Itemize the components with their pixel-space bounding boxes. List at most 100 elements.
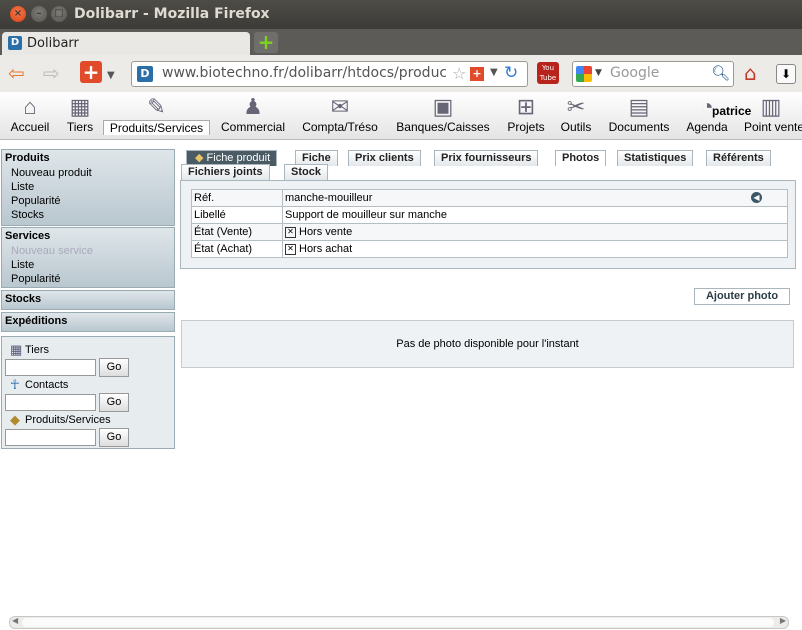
tab-statistiques[interactable]: Statistiques xyxy=(617,150,694,166)
bank-icon: ▣ xyxy=(432,94,454,119)
chevron-down-icon[interactable]: ▼ xyxy=(595,68,602,78)
browser-navbar: ⇦ ⇨ + ▼ D www.biotechno.fr/dolibarr/htdo… xyxy=(0,55,802,93)
menu-item-tiers[interactable]: ▦ Tiers xyxy=(60,92,100,139)
etat-achat-value: Hors achat xyxy=(299,243,353,255)
status-off-icon: ✕ xyxy=(285,226,296,238)
search-input[interactable]: Google xyxy=(610,65,659,81)
tab-prix-fournisseurs[interactable]: Prix fournisseurs xyxy=(434,150,539,166)
search-contacts-go-button[interactable]: Go xyxy=(99,393,129,412)
search-icon[interactable]: 🔍︎ xyxy=(711,64,730,82)
table-row: État (Achat) ✕ Hors achat xyxy=(191,240,788,258)
url-bar[interactable]: D www.biotechno.fr/dolibarr/htdocs/produ… xyxy=(131,61,528,87)
menu-item-documents[interactable]: ▤ Documents xyxy=(604,92,674,139)
sidebar-block-services: Services Nouveau service Liste Popularit… xyxy=(1,227,175,288)
no-photo-message: Pas de photo disponible pour l'instant xyxy=(181,320,794,368)
chevron-down-icon[interactable]: ▼ xyxy=(490,67,498,78)
etat-vente-value: Hors vente xyxy=(299,226,353,238)
menu-item-compta-treso[interactable]: ✉ Compta/Tréso xyxy=(298,92,382,139)
search-tiers-go-button[interactable]: Go xyxy=(99,358,129,377)
search-bar[interactable]: ▼ Google 🔍︎ xyxy=(572,61,734,87)
sidebar-item-popularite-produits[interactable]: Popularité xyxy=(2,194,174,208)
sidebar-item-liste-services[interactable]: Liste xyxy=(2,258,174,272)
back-arrow-icon[interactable]: ⇦ xyxy=(8,62,25,84)
logged-user-name[interactable]: patrice xyxy=(712,104,751,118)
sidebar-heading-stocks[interactable]: Stocks xyxy=(2,291,174,307)
reload-icon[interactable]: ↻ xyxy=(504,63,518,83)
sidebar-heading-services[interactable]: Services xyxy=(2,228,174,244)
scrollbar-thumb[interactable] xyxy=(22,618,774,627)
sidebar-item-stocks-produits[interactable]: Stocks xyxy=(2,208,174,222)
home-icon[interactable]: ⌂ xyxy=(744,61,757,85)
sidebar-item-nouveau-produit[interactable]: Nouveau produit xyxy=(2,166,174,180)
forward-arrow-icon[interactable]: ⇨ xyxy=(43,62,60,84)
ref-value-cell: manche-mouilleur ◀ xyxy=(282,189,788,207)
etat-vente-label: État (Vente) xyxy=(191,223,283,241)
ref-label: Réf. xyxy=(191,189,283,207)
table-row: Libellé Support de mouilleur sur manche xyxy=(191,206,788,224)
table-row: État (Vente) ✕ Hors vente xyxy=(191,223,788,241)
search-tiers-input[interactable] xyxy=(5,359,96,376)
browser-tab[interactable]: D Dolibarr xyxy=(2,32,250,55)
libelle-value: Support de mouilleur sur manche xyxy=(282,206,788,224)
table-row: Réf. manche-mouilleur ◀ xyxy=(191,189,788,207)
tab-photos[interactable]: Photos xyxy=(555,150,607,166)
bookmark-star-icon[interactable]: ☆ xyxy=(452,64,466,83)
window-titlebar: × – □ Dolibarr - Mozilla Firefox xyxy=(0,0,802,29)
product-info-table: Réf. manche-mouilleur ◀ Libellé Support d… xyxy=(191,189,788,258)
libelle-label: Libellé xyxy=(191,206,283,224)
menu-item-outils[interactable]: ✂ Outils xyxy=(557,92,595,139)
url-text[interactable]: www.biotechno.fr/dolibarr/htdocs/product xyxy=(162,65,446,81)
etat-achat-cell: ✕ Hors achat xyxy=(282,240,788,258)
window-minimize-button[interactable]: – xyxy=(31,6,47,22)
new-tab-button[interactable]: + xyxy=(254,32,278,53)
scroll-right-icon[interactable]: ▶ xyxy=(780,616,786,625)
browser-tab-label: Dolibarr xyxy=(27,36,79,51)
sidebar-heading-produits[interactable]: Produits xyxy=(2,150,174,166)
browser-tabbar: D Dolibarr + xyxy=(0,29,802,55)
contact-person-icon: ☥ xyxy=(10,377,20,392)
tools-icon: ✂ xyxy=(566,94,586,119)
menu-item-produits-services[interactable]: ✎ Produits/Services xyxy=(103,92,210,139)
product-icon: ◆ xyxy=(195,152,204,164)
site-favicon-icon: D xyxy=(137,66,153,82)
back-to-list-icon[interactable]: ◀ xyxy=(751,192,762,203)
project-icon: ⊞ xyxy=(516,94,536,119)
addon-plus-icon[interactable]: + xyxy=(80,61,102,83)
etat-achat-label: État (Achat) xyxy=(191,240,283,258)
sidebar-item-liste-produits[interactable]: Liste xyxy=(2,180,174,194)
search-contacts-input[interactable] xyxy=(5,394,96,411)
menu-item-projets[interactable]: ⊞ Projets xyxy=(503,92,549,139)
accounting-icon: ✉ xyxy=(330,94,350,119)
menu-item-accueil[interactable]: ⌂ Accueil xyxy=(5,92,55,139)
dolibarr-top-menu: ⌂ Accueil ▦ Tiers ✎ Produits/Services ♟ Comm… xyxy=(0,92,802,140)
menu-item-commercial[interactable]: ♟ Commercial xyxy=(216,92,290,139)
chevron-down-icon[interactable]: ▼ xyxy=(107,65,115,87)
product-info-box: Réf. manche-mouilleur ◀ Libellé Support d… xyxy=(180,180,796,269)
documents-icon: ▤ xyxy=(628,94,650,119)
home-icon: ⌂ xyxy=(23,94,37,119)
download-icon[interactable]: ⬇ xyxy=(776,64,796,84)
sidebar-heading-expeditions[interactable]: Expéditions xyxy=(2,313,174,329)
close-icon: × xyxy=(13,8,23,19)
tab-referents[interactable]: Référents xyxy=(706,150,771,166)
status-off-icon: ✕ xyxy=(285,243,296,255)
tab-prix-clients[interactable]: Prix clients xyxy=(348,150,421,166)
window-close-button[interactable]: × xyxy=(10,6,26,22)
sidebar-item-popularite-services[interactable]: Popularité xyxy=(2,272,174,286)
youtube-icon[interactable]: You Tube xyxy=(537,62,559,84)
maximize-icon: □ xyxy=(54,8,64,19)
product-icon: ◆ xyxy=(10,412,20,427)
window-title: Dolibarr - Mozilla Firefox xyxy=(74,6,270,22)
menu-item-banques-caisses[interactable]: ▣ Banques/Caisses xyxy=(391,92,495,139)
search-produits-input[interactable] xyxy=(5,429,96,446)
horizontal-scrollbar[interactable]: ◀ ▶ xyxy=(9,616,789,629)
addon-plus-icon[interactable]: + xyxy=(470,67,484,81)
add-photo-button[interactable]: Ajouter photo xyxy=(694,288,790,305)
scroll-left-icon[interactable]: ◀ xyxy=(12,616,18,625)
google-icon xyxy=(576,66,592,82)
tab-fichiers-joints[interactable]: Fichiers joints xyxy=(181,164,270,180)
search-produits-go-button[interactable]: Go xyxy=(99,428,129,447)
window-maximize-button[interactable]: □ xyxy=(51,6,67,22)
commercial-icon: ♟ xyxy=(243,94,263,119)
tab-stock[interactable]: Stock xyxy=(284,164,328,180)
